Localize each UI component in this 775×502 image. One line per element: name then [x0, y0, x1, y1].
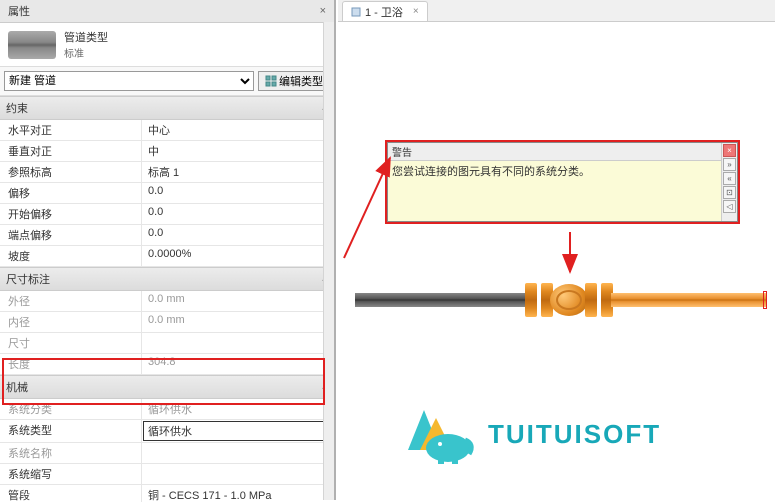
new-type-row: 新建 管道 编辑类型: [0, 67, 334, 96]
property-row: 端点偏移0.0: [0, 225, 334, 246]
type-sub: 标准: [64, 45, 108, 60]
panel-title-bar: 属性 ×: [0, 0, 334, 23]
group-header[interactable]: 尺寸标注⌄: [0, 267, 334, 291]
property-value[interactable]: 0.0: [142, 225, 334, 245]
property-row: 参照标高标高 1: [0, 162, 334, 183]
property-row: 长度304.8: [0, 354, 334, 375]
property-label: 坡度: [0, 246, 142, 266]
property-label: 系统分类: [0, 399, 142, 419]
property-row: 尺寸: [0, 333, 334, 354]
property-label: 系统名称: [0, 443, 142, 463]
property-label: 管段: [0, 485, 142, 502]
logo-icon: [390, 400, 476, 468]
property-row: 系统缩写: [0, 464, 334, 485]
edit-type-icon: [265, 75, 277, 87]
property-value[interactable]: 0.0: [142, 204, 334, 224]
property-value[interactable]: 标高 1: [142, 162, 334, 182]
edit-type-label: 编辑类型: [279, 73, 323, 89]
panel-close-icon[interactable]: ×: [320, 5, 326, 17]
property-label: 系统类型: [0, 420, 142, 442]
property-value: [142, 333, 334, 353]
type-name: 管道类型: [64, 29, 108, 45]
property-row: 偏移0.0: [0, 183, 334, 204]
group-title: 机械: [6, 379, 28, 395]
view-tab-label: 1 - 卫浴: [365, 4, 403, 20]
property-row: 系统分类循环供水: [0, 399, 334, 420]
view-tab-bar: 1 - 卫浴 ×: [338, 0, 775, 22]
warning-next-icon[interactable]: »: [723, 158, 736, 171]
property-value: 循环供水: [142, 399, 334, 419]
flange-icon: [525, 283, 537, 317]
property-value: 0.0 mm: [142, 291, 334, 311]
property-row: 系统类型循环供水: [0, 420, 334, 443]
property-label: 尺寸: [0, 333, 142, 353]
warning-close-icon[interactable]: ×: [723, 144, 736, 157]
property-value: 0.0 mm: [142, 312, 334, 332]
view-tab-icon: [351, 7, 361, 17]
pipe-segment-left[interactable]: [355, 293, 535, 307]
edit-type-button[interactable]: 编辑类型: [258, 71, 330, 91]
panel-title: 属性: [8, 3, 30, 19]
property-row: 坡度0.0000%: [0, 246, 334, 267]
type-info: 管道类型 标准: [64, 29, 108, 60]
property-row: 管段铜 - CECS 171 - 1.0 MPa: [0, 485, 334, 502]
property-value: 304.8: [142, 354, 334, 374]
property-row: 系统名称: [0, 443, 334, 464]
type-selector[interactable]: 管道类型 标准: [0, 23, 334, 67]
property-label: 参照标高: [0, 162, 142, 182]
new-type-select[interactable]: 新建 管道: [4, 71, 254, 91]
property-value[interactable]: 中心: [142, 120, 334, 140]
group-header[interactable]: 约束⌄: [0, 96, 334, 120]
warning-body: 您尝试连接的图元具有不同的系统分类。: [388, 161, 721, 221]
property-value: [142, 443, 334, 463]
property-row: 水平对正中心: [0, 120, 334, 141]
property-row: 垂直对正中: [0, 141, 334, 162]
property-value[interactable]: 中: [142, 141, 334, 161]
property-value[interactable]: 循环供水: [143, 421, 333, 441]
property-label: 长度: [0, 354, 142, 374]
view-tab-close-icon[interactable]: ×: [413, 6, 419, 17]
property-row: 外径0.0 mm: [0, 291, 334, 312]
properties-grid: 约束⌄水平对正中心垂直对正中参照标高标高 1偏移0.0开始偏移0.0端点偏移0.…: [0, 96, 334, 502]
warning-dialog: 警告 您尝试连接的图元具有不同的系统分类。 × » « ⊡ ◁: [385, 140, 740, 224]
property-label: 垂直对正: [0, 141, 142, 161]
pipe-right-highlight: [763, 291, 767, 309]
warning-title: 警告: [388, 143, 721, 161]
property-label: 开始偏移: [0, 204, 142, 224]
pipe-type-icon: [8, 31, 56, 59]
property-row: 内径0.0 mm: [0, 312, 334, 333]
property-label: 系统缩写: [0, 464, 142, 484]
warning-prev-icon[interactable]: «: [723, 172, 736, 185]
property-value[interactable]: [142, 464, 334, 484]
warning-info-icon[interactable]: ◁: [723, 200, 736, 213]
property-label: 水平对正: [0, 120, 142, 140]
property-label: 外径: [0, 291, 142, 311]
warning-button-strip: × » « ⊡ ◁: [721, 143, 737, 221]
warning-expand-icon[interactable]: ⊡: [723, 186, 736, 199]
group-header[interactable]: 机械⌄: [0, 375, 334, 399]
properties-panel: 属性 × 管道类型 标准 新建 管道 编辑类型 约束⌄水平对正中心垂直对正中参照…: [0, 0, 336, 500]
logo-text: TUITUISOFT: [488, 419, 661, 450]
group-title: 尺寸标注: [6, 271, 50, 287]
property-label: 端点偏移: [0, 225, 142, 245]
group-title: 约束: [6, 100, 28, 116]
flange-icon: [585, 283, 597, 317]
pipe-segment-right[interactable]: [611, 293, 766, 307]
property-label: 偏移: [0, 183, 142, 203]
view-tab[interactable]: 1 - 卫浴 ×: [342, 1, 428, 21]
property-value[interactable]: 0.0000%: [142, 246, 334, 266]
logo: TUITUISOFT: [390, 400, 661, 468]
property-label: 内径: [0, 312, 142, 332]
property-row: 开始偏移0.0: [0, 204, 334, 225]
valve-ring-icon: [556, 290, 582, 310]
scrollbar[interactable]: [323, 22, 334, 500]
pipe-assembly: [355, 280, 765, 320]
property-value[interactable]: 铜 - CECS 171 - 1.0 MPa: [142, 485, 334, 502]
property-value[interactable]: 0.0: [142, 183, 334, 203]
